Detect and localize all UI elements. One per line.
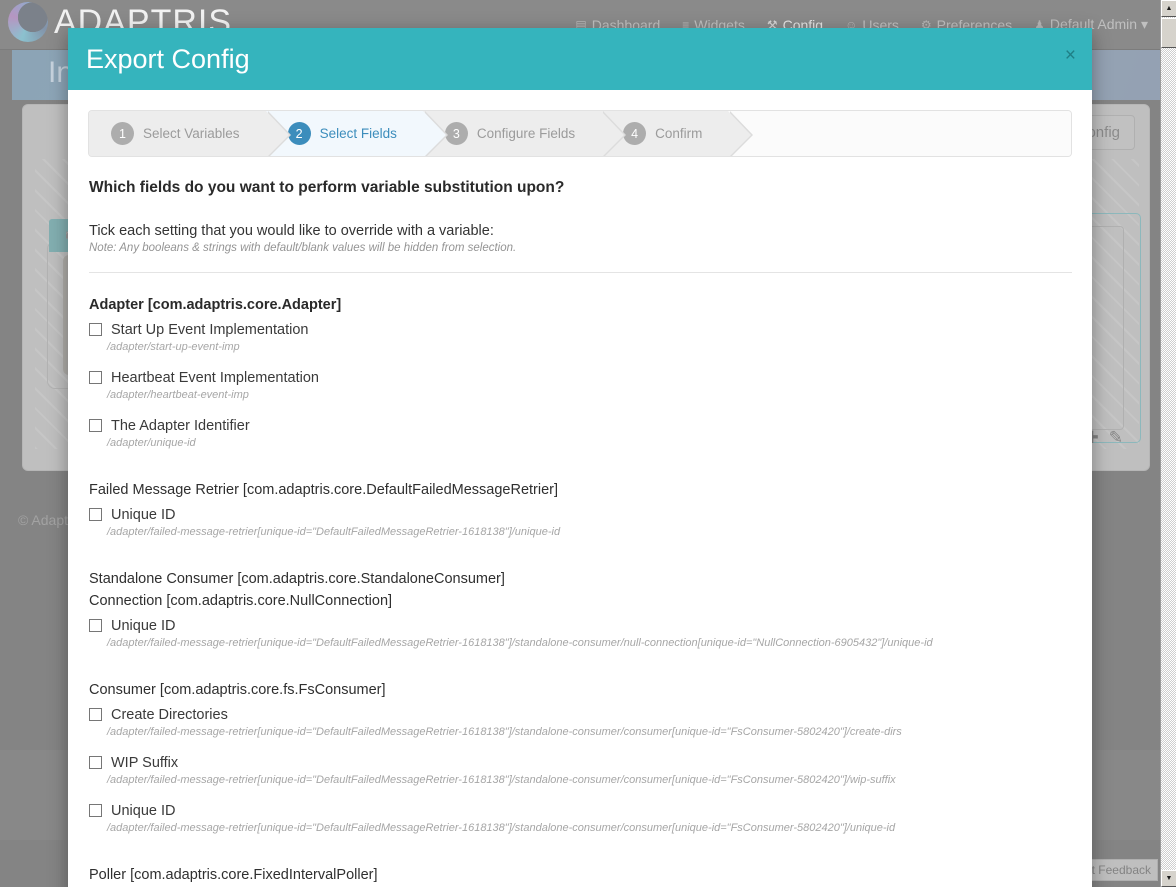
field-item: Create Directories/adapter/failed-messag… [89, 704, 1072, 738]
field-path: /adapter/heartbeat-event-imp [107, 389, 249, 401]
close-icon[interactable]: × [1065, 46, 1076, 65]
field-row[interactable]: Unique ID [89, 615, 1072, 636]
field-checkbox[interactable] [89, 419, 102, 432]
field-row[interactable]: WIP Suffix [89, 752, 1072, 773]
field-path: /adapter/failed-message-retrier[unique-i… [107, 526, 561, 538]
field-checkbox[interactable] [89, 619, 102, 632]
field-spacer [88, 451, 1072, 463]
field-label: Unique ID [111, 802, 176, 819]
field-item: Unique ID/adapter/failed-message-retrier… [89, 615, 1072, 649]
wizard-step-number: 3 [444, 122, 468, 145]
field-spacer [88, 651, 1072, 663]
wizard-step-label: Select Fields [319, 126, 397, 141]
field-row[interactable]: Create Directories [89, 704, 1072, 725]
wizard-step-configure-fields[interactable]: 3 Configure Fields [422, 111, 627, 156]
field-item: Heartbeat Event Implementation/adapter/h… [89, 367, 1072, 401]
scroll-up-icon[interactable]: ▲ [1161, 0, 1176, 17]
field-path: /adapter/failed-message-retrier[unique-i… [107, 637, 933, 649]
copyright-text: © Adapt [18, 512, 69, 528]
field-spacer [88, 788, 1072, 800]
window-scrollbar[interactable]: ▲ ▼ [1160, 0, 1176, 887]
field-path: /adapter/unique-id [107, 437, 196, 449]
wizard-step-label: Confirm [655, 126, 703, 141]
field-path: /adapter/failed-message-retrier[unique-i… [107, 822, 896, 834]
field-row[interactable]: Unique ID [89, 504, 1072, 525]
field-item: WIP Suffix/adapter/failed-message-retrie… [89, 752, 1072, 786]
divider [89, 272, 1072, 273]
field-checkbox[interactable] [89, 708, 102, 721]
field-label: The Adapter Identifier [111, 417, 250, 434]
field-row[interactable]: Heartbeat Event Implementation [89, 367, 1072, 388]
question-heading: Which fields do you want to perform vari… [89, 179, 565, 196]
edit-icon[interactable]: ✎ [1109, 428, 1123, 448]
wizard-step-number: 2 [287, 122, 311, 145]
wizard-tail [728, 111, 1071, 156]
field-path: /adapter/failed-message-retrier[unique-i… [107, 774, 896, 786]
modal-body: 1 Select Variables 2 Select Fields 3 Con… [68, 90, 1092, 887]
field-label: Create Directories [111, 706, 228, 723]
field-checkbox[interactable] [89, 323, 102, 336]
field-label: Heartbeat Event Implementation [111, 369, 319, 386]
field-item: Unique ID/adapter/failed-message-retrier… [89, 800, 1072, 834]
field-spacer [88, 355, 1072, 367]
modal-title: Export Config [86, 43, 250, 74]
modal-header: Export Config × [68, 28, 1092, 90]
field-label: WIP Suffix [111, 754, 179, 771]
field-path: /adapter/failed-message-retrier[unique-i… [107, 726, 902, 738]
field-spacer [88, 540, 1072, 552]
scroll-down-icon[interactable]: ▼ [1161, 870, 1176, 887]
field-item: The Adapter Identifier/adapter/unique-id [89, 415, 1072, 449]
wizard-step-label: Configure Fields [476, 126, 576, 141]
field-group-heading: Poller [com.adaptris.core.FixedIntervalP… [89, 867, 378, 883]
field-item: Start Up Event Implementation/adapter/st… [89, 319, 1072, 353]
wizard-step-number: 4 [623, 122, 647, 145]
field-row[interactable]: Start Up Event Implementation [89, 319, 1072, 340]
field-spacer [88, 403, 1072, 415]
field-label: Unique ID [111, 617, 176, 634]
export-config-modal: Export Config × 1 Select Variables 2 Sel… [68, 28, 1092, 887]
field-checkbox[interactable] [89, 371, 102, 384]
wizard-step-number: 1 [111, 122, 134, 145]
field-checkbox[interactable] [89, 508, 102, 521]
field-label: Unique ID [111, 506, 176, 523]
field-checkbox[interactable] [89, 756, 102, 769]
wizard-step-select-variables[interactable]: 1 Select Variables [89, 111, 291, 156]
field-label: Start Up Event Implementation [111, 321, 309, 338]
instruction-text: Tick each setting that you would like to… [89, 223, 494, 239]
screen: ADAPTRIS ▤ Dashboard ≡ Widgets ⚒ Config … [0, 0, 1176, 887]
field-group-heading: Adapter [com.adaptris.core.Adapter] [89, 297, 342, 313]
field-row[interactable]: The Adapter Identifier [89, 415, 1072, 436]
field-item: Unique ID/adapter/failed-message-retrier… [89, 504, 1072, 538]
field-group-heading: Consumer [com.adaptris.core.fs.FsConsume… [89, 682, 386, 698]
field-group-heading: Failed Message Retrier [com.adaptris.cor… [89, 482, 559, 498]
wizard-steps: 1 Select Variables 2 Select Fields 3 Con… [88, 110, 1072, 157]
field-path: /adapter/start-up-event-imp [107, 341, 240, 353]
field-checkbox[interactable] [89, 804, 102, 817]
wizard-step-label: Select Variables [143, 126, 240, 141]
field-spacer [88, 740, 1072, 752]
adaptris-logo-icon [8, 2, 48, 42]
field-row[interactable]: Unique ID [89, 800, 1072, 821]
field-group-heading: Standalone Consumer [com.adaptris.core.S… [89, 571, 505, 587]
scrollbar-thumb[interactable] [1161, 18, 1176, 48]
field-group-heading: Connection [com.adaptris.core.NullConnec… [89, 593, 393, 609]
field-spacer [88, 836, 1072, 848]
fields-list: Adapter [com.adaptris.core.Adapter] Start… [88, 297, 1072, 887]
note-text: Note: Any booleans & strings with defaul… [89, 242, 517, 254]
